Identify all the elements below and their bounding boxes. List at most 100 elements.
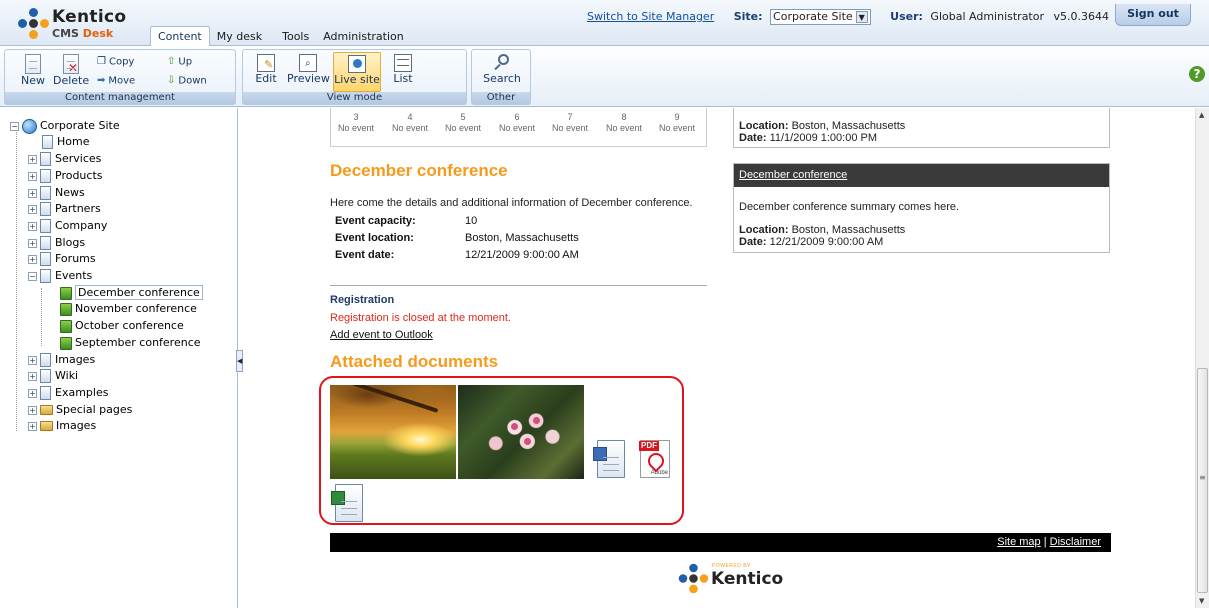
expand-icon[interactable]: + (28, 254, 37, 264)
up-button[interactable]: ⇧ Up (167, 56, 192, 68)
pdf-document-icon[interactable]: PDF Adobe (639, 440, 670, 478)
expand-icon[interactable]: + (28, 154, 37, 164)
page-icon (40, 369, 51, 383)
page-icon (40, 252, 51, 266)
footer-separator: | (1043, 536, 1047, 548)
tree-item-blogs[interactable]: + Blogs (28, 235, 85, 251)
event-panel-title-link[interactable]: December conference (734, 164, 1109, 187)
expand-icon[interactable]: + (28, 405, 37, 415)
list-icon (394, 54, 412, 72)
tree-item-october-conference[interactable]: October conference (60, 318, 184, 334)
expand-icon[interactable]: + (28, 388, 37, 398)
panel-date-line: Date: 12/21/2009 9:00:00 AM (739, 236, 883, 248)
dropdown-arrow-icon[interactable]: ▼ (855, 11, 868, 23)
help-icon[interactable]: ? (1189, 66, 1205, 82)
tab-my-desk[interactable]: My desk (210, 28, 269, 46)
preview-icon: ⌕ (299, 54, 317, 72)
page-icon (42, 135, 53, 149)
tree-item-november-conference[interactable]: November conference (60, 301, 197, 317)
disclaimer-link[interactable]: Disclaimer (1050, 536, 1101, 548)
calendar-day-status: No event (337, 123, 375, 133)
tree-item-label: December conference (75, 285, 203, 300)
adobe-mark-icon: Adobe (650, 470, 668, 476)
collapse-icon[interactable]: − (10, 121, 19, 131)
word-document-icon[interactable] (593, 440, 625, 478)
tab-administration[interactable]: Administration (316, 28, 411, 46)
expand-icon[interactable]: + (28, 421, 37, 431)
live-site-button[interactable]: Live site (333, 52, 381, 92)
expand-icon[interactable]: + (28, 188, 37, 198)
acrobat-logo-icon (644, 449, 668, 473)
tree-item-partners[interactable]: + Partners (28, 201, 101, 217)
move-button[interactable]: ➡ Move (97, 75, 135, 87)
tree-item-news[interactable]: + News (28, 185, 85, 201)
event-capacity-value: 10 (465, 215, 478, 227)
tree-item-examples[interactable]: + Examples (28, 385, 108, 401)
tree-root[interactable]: − Corporate Site (10, 118, 120, 134)
tree-item-company[interactable]: + Company (28, 218, 107, 234)
tree-item-forums[interactable]: + Forums (28, 251, 96, 267)
excel-document-icon[interactable] (331, 484, 363, 522)
flower-center (524, 438, 531, 445)
calendar-day-status: No event (444, 123, 482, 133)
expand-icon[interactable]: + (28, 371, 37, 381)
tree-item-services[interactable]: + Services (28, 151, 101, 167)
search-button[interactable]: Search (480, 54, 524, 85)
tree-item-december-conference[interactable]: December conference (60, 285, 203, 301)
collapse-panel-handle[interactable]: ◀ (236, 350, 243, 372)
expand-icon[interactable]: + (28, 204, 37, 214)
tree-item-wiki[interactable]: + Wiki (28, 368, 78, 384)
registration-heading: Registration (330, 294, 395, 306)
calendar-day-status: No event (498, 123, 536, 133)
prev-date-value: 11/1/2009 1:00:00 PM (769, 132, 878, 144)
new-button[interactable]: New (19, 54, 47, 87)
other-title: Other (472, 92, 530, 104)
vertical-scrollbar[interactable]: ▲ ≡ ▼ (1195, 108, 1209, 608)
tree-item-images[interactable]: + Images (28, 352, 95, 368)
expand-icon[interactable]: + (28, 221, 37, 231)
tree-item-home[interactable]: Home (42, 134, 89, 150)
expand-icon[interactable]: + (28, 238, 37, 248)
list-label: List (393, 72, 413, 85)
site-label: Site: (733, 10, 763, 23)
list-button[interactable]: List (387, 54, 419, 85)
add-to-outlook-link[interactable]: Add event to Outlook (330, 329, 433, 341)
flower-center (533, 417, 540, 424)
site-map-link[interactable]: Site map (997, 536, 1040, 548)
preview-button[interactable]: ⌕ Preview (287, 54, 330, 85)
tree-item-label: October conference (75, 319, 184, 332)
tab-tools[interactable]: Tools (275, 28, 316, 46)
event-intro: Here come the details and additional inf… (330, 197, 693, 209)
switch-to-site-manager-link[interactable]: Switch to Site Manager (587, 10, 714, 23)
registration-status: Registration is closed at the moment. (330, 312, 511, 324)
down-button[interactable]: ⇩ Down (167, 75, 207, 87)
tree-item-images-folder[interactable]: + Images (28, 418, 96, 434)
collapse-icon[interactable]: − (28, 271, 37, 281)
panel-date-label: Date: (739, 236, 767, 248)
tree-item-special-pages[interactable]: + Special pages (28, 402, 132, 418)
tree-item-label: Company (55, 219, 108, 232)
scroll-grip-icon: ≡ (1199, 473, 1206, 482)
scroll-up-icon[interactable]: ▲ (1199, 111, 1204, 119)
sign-out-button[interactable]: Sign out (1115, 4, 1191, 26)
delete-button[interactable]: ✕ Delete (53, 54, 89, 87)
tab-content[interactable]: Content (150, 26, 210, 46)
event-title: December conference (330, 161, 508, 180)
tree-item-september-conference[interactable]: September conference (60, 335, 201, 351)
site-select[interactable]: Corporate Site ▼ (770, 9, 871, 25)
doc-lines (341, 501, 357, 515)
expand-icon[interactable]: + (28, 355, 37, 365)
kentico-logo[interactable]: Kentico CMS Desk (18, 6, 138, 42)
powered-by-kentico-logo[interactable]: POWERED BY Kentico (674, 560, 784, 594)
calendar-day-number: 5 (460, 112, 466, 122)
edit-button[interactable]: ✎ Edit (251, 54, 281, 85)
tree-item-label: Images (56, 419, 97, 432)
copy-button[interactable]: ❐ Copy (97, 56, 134, 68)
attachment-autumn-tree-image[interactable] (330, 385, 456, 479)
attachment-flower-image[interactable] (458, 385, 584, 479)
scroll-down-icon[interactable]: ▼ (1199, 597, 1204, 605)
tree-item-products[interactable]: + Products (28, 168, 103, 184)
expand-icon[interactable]: + (28, 171, 37, 181)
event-icon (60, 286, 72, 300)
tree-item-events[interactable]: − Events (28, 268, 92, 284)
